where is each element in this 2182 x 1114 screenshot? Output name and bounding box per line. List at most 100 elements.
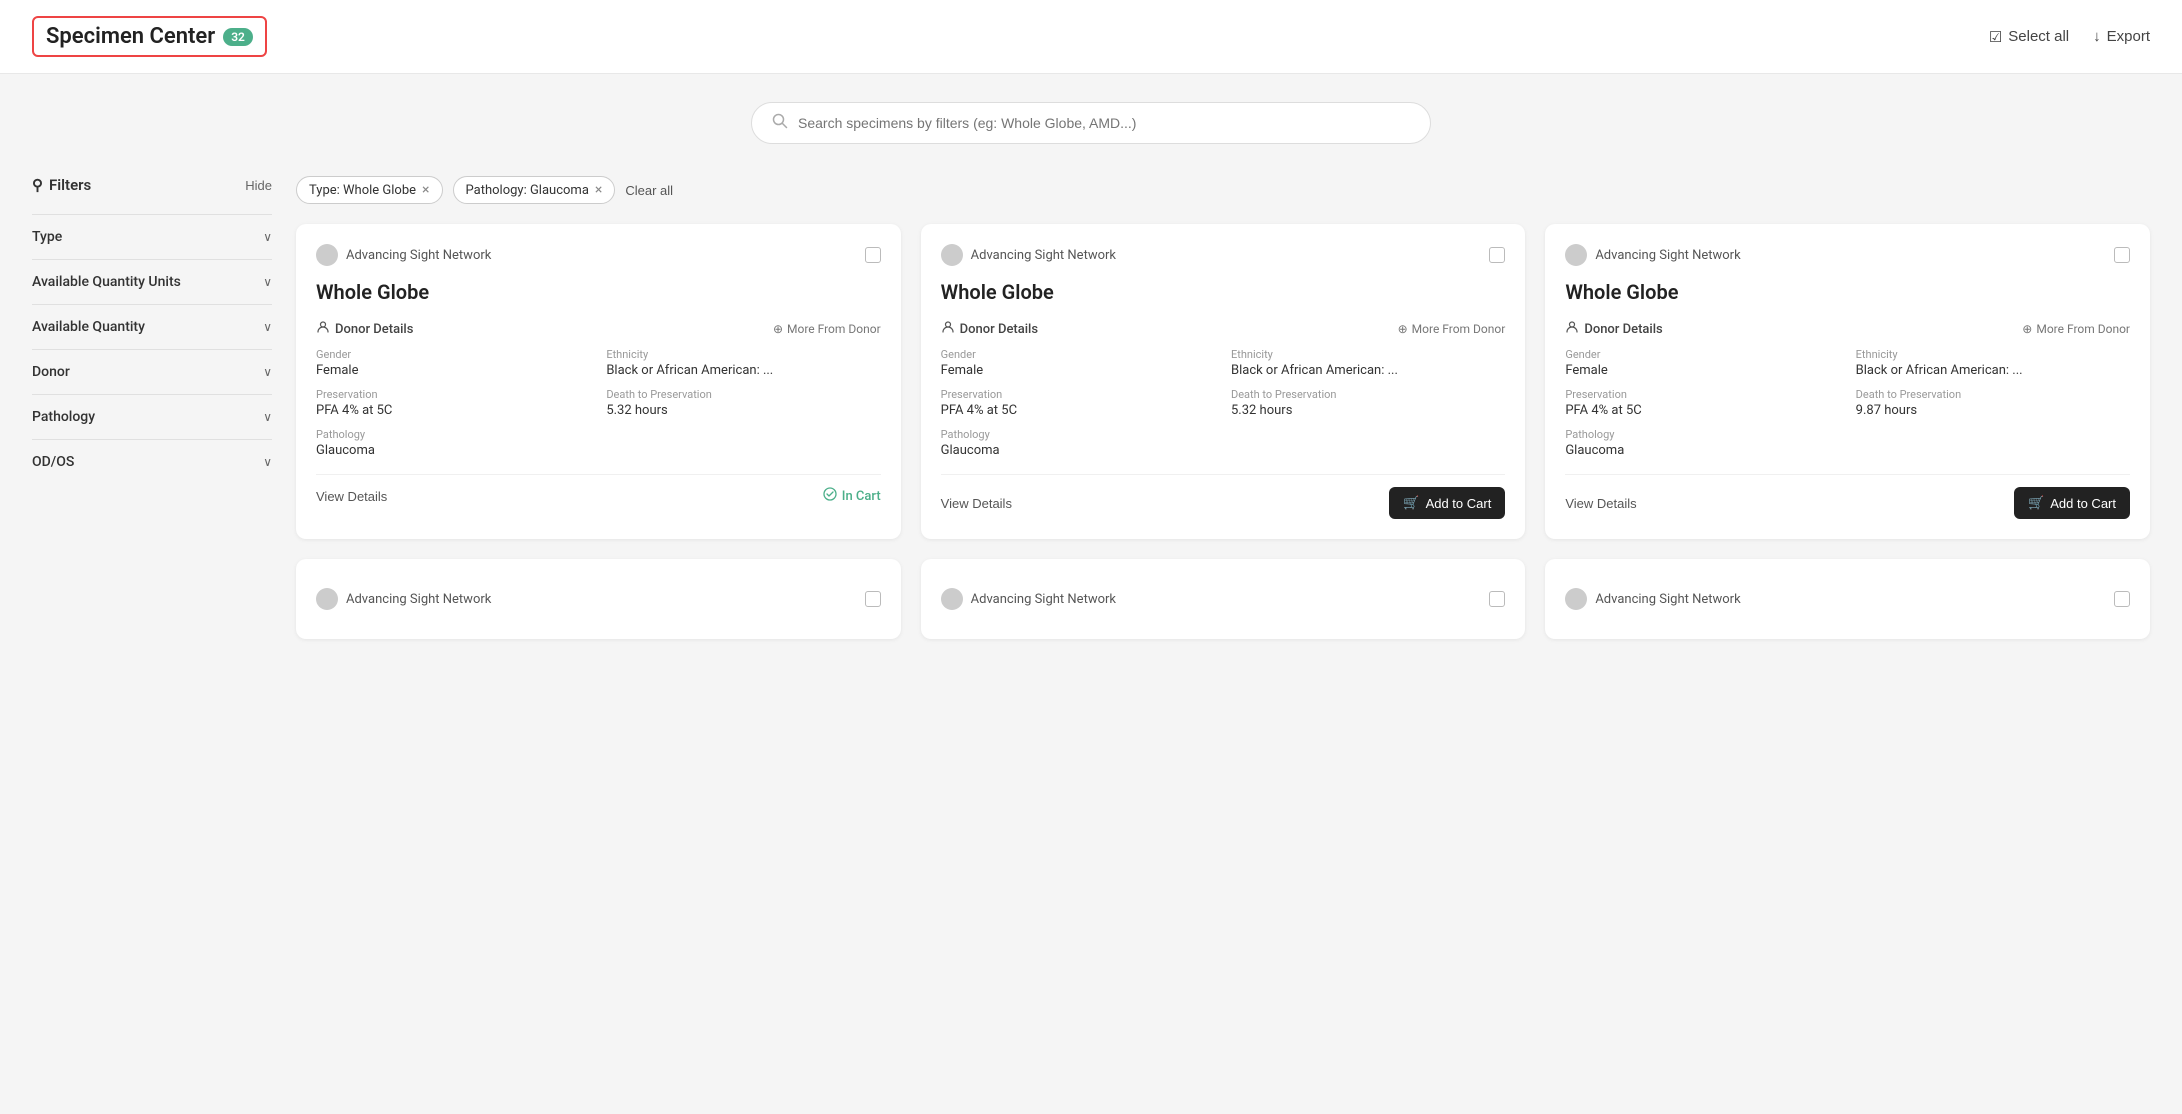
card-1-ethnicity-label: Ethnicity	[606, 348, 880, 361]
card-5-checkbox[interactable]	[1489, 591, 1505, 607]
sidebar: ⚲ Filters Hide Type ∨ Available Quantity…	[32, 160, 272, 639]
card-2-donor-details-label: Donor Details	[941, 320, 1038, 338]
export-button[interactable]: ↓ Export	[2093, 28, 2150, 45]
hide-filters-button[interactable]: Hide	[245, 178, 272, 193]
export-label: Export	[2107, 28, 2150, 45]
search-input[interactable]	[798, 115, 1410, 131]
card-3-ethnicity-value: Black or African American: ...	[1856, 363, 2130, 378]
card-2-more-from-donor[interactable]: ⊕ More From Donor	[1398, 322, 1506, 336]
sidebar-item-odos[interactable]: OD/OS ∨	[32, 439, 272, 484]
card-1-title: Whole Globe	[316, 280, 881, 304]
card-3-gender-value: Female	[1565, 363, 1839, 378]
specimen-card-2: Advancing Sight Network Whole Globe	[921, 224, 1526, 539]
main-layout: ⚲ Filters Hide Type ∨ Available Quantity…	[0, 160, 2182, 671]
select-all-label: Select all	[2008, 28, 2069, 45]
card-3-add-to-cart-button[interactable]: 🛒 Add to Cart	[2014, 487, 2130, 519]
card-3-network-name: Advancing Sight Network	[1595, 248, 1740, 263]
card-6-network-name: Advancing Sight Network	[1595, 592, 1740, 607]
card-3-donor-header: Donor Details ⊕ More From Donor	[1565, 320, 2130, 338]
card-2-death-to-pres-value: 5.32 hours	[1231, 403, 1505, 418]
card-1-death-to-pres-value: 5.32 hours	[606, 403, 880, 418]
card-3-ethnicity-label: Ethnicity	[1856, 348, 2130, 361]
card-3-preservation: Preservation PFA 4% at 5C	[1565, 388, 1839, 418]
card-2-death-to-pres: Death to Preservation 5.32 hours	[1231, 388, 1505, 418]
card-1-preservation-label: Preservation	[316, 388, 590, 401]
filter-tag-pathology-label: Pathology: Glaucoma	[466, 183, 589, 198]
card-1-checkbox[interactable]	[865, 247, 881, 263]
card-1-pathology: Pathology Glaucoma	[316, 428, 881, 458]
card-1-footer: View Details In Cart	[316, 474, 881, 505]
card-3-donor-icon	[1565, 320, 1579, 338]
sidebar-odos-label: OD/OS	[32, 454, 74, 470]
card-3-checkbox[interactable]	[2114, 247, 2130, 263]
card-1-preservation: Preservation PFA 4% at 5C	[316, 388, 590, 418]
filter-tag-pathology-remove[interactable]: ×	[595, 182, 602, 198]
card-1-network-info: Advancing Sight Network	[316, 244, 491, 266]
qty-units-chevron-icon: ∨	[263, 275, 272, 289]
card-2-fields: Gender Female Ethnicity Black or African…	[941, 348, 1506, 418]
search-icon	[772, 113, 788, 133]
specimen-card-4-partial: Advancing Sight Network	[296, 559, 901, 639]
card-1-more-from-donor[interactable]: ⊕ More From Donor	[773, 322, 881, 336]
card-2-preservation: Preservation PFA 4% at 5C	[941, 388, 1215, 418]
sidebar-item-type[interactable]: Type ∨	[32, 214, 272, 259]
card-2-footer: View Details 🛒 Add to Cart	[941, 474, 1506, 519]
card-1-death-to-pres-label: Death to Preservation	[606, 388, 880, 401]
card-3-preservation-value: PFA 4% at 5C	[1565, 403, 1839, 418]
clear-all-button[interactable]: Clear all	[625, 183, 673, 198]
card-3-donor-section: Donor Details ⊕ More From Donor Gender F…	[1565, 320, 2130, 458]
card-1-fields: Gender Female Ethnicity Black or African…	[316, 348, 881, 418]
card-2-ethnicity-label: Ethnicity	[1231, 348, 1505, 361]
card-3-death-to-pres-label: Death to Preservation	[1856, 388, 2130, 401]
card-2-death-to-pres-label: Death to Preservation	[1231, 388, 1505, 401]
card-2-gender: Gender Female	[941, 348, 1215, 378]
card-4-network-name: Advancing Sight Network	[346, 592, 491, 607]
sidebar-donor-label: Donor	[32, 364, 70, 380]
card-2-donor-icon	[941, 320, 955, 338]
filter-title: ⚲ Filters	[32, 176, 91, 194]
sidebar-qty-label: Available Quantity	[32, 319, 145, 335]
card-5-network-name: Advancing Sight Network	[971, 592, 1116, 607]
card-3-pathology-value: Glaucoma	[1565, 443, 2130, 458]
card-2-add-to-cart-button[interactable]: 🛒 Add to Cart	[1389, 487, 1505, 519]
card-3-more-text: More From Donor	[2036, 322, 2130, 336]
card-2-checkbox[interactable]	[1489, 247, 1505, 263]
filter-tag-type-remove[interactable]: ×	[422, 182, 429, 198]
card-1-donor-details-label: Donor Details	[316, 320, 413, 338]
card-2-view-details-button[interactable]: View Details	[941, 496, 1012, 511]
card-3-cart-icon: 🛒	[2028, 495, 2044, 511]
export-icon: ↓	[2093, 28, 2101, 45]
sidebar-item-pathology[interactable]: Pathology ∨	[32, 394, 272, 439]
sidebar-item-available-quantity[interactable]: Available Quantity ∨	[32, 304, 272, 349]
card-1-in-cart-text: In Cart	[842, 489, 881, 504]
filter-tag-type[interactable]: Type: Whole Globe ×	[296, 176, 443, 204]
card-2-more-icon: ⊕	[1398, 322, 1408, 336]
card-1-ethnicity-value: Black or African American: ...	[606, 363, 880, 378]
card-3-ethnicity: Ethnicity Black or African American: ...	[1856, 348, 2130, 378]
card-3-gender-label: Gender	[1565, 348, 1839, 361]
filter-tag-pathology[interactable]: Pathology: Glaucoma ×	[453, 176, 616, 204]
card-1-view-details-button[interactable]: View Details	[316, 489, 387, 504]
odos-chevron-icon: ∨	[263, 455, 272, 469]
card-2-donor-text: Donor Details	[960, 322, 1038, 337]
card-2-title: Whole Globe	[941, 280, 1506, 304]
card-1-donor-text: Donor Details	[335, 322, 413, 337]
card-6-checkbox[interactable]	[2114, 591, 2130, 607]
card-2-network-name: Advancing Sight Network	[971, 248, 1116, 263]
card-4-network-circle	[316, 588, 338, 610]
content-area: Type: Whole Globe × Pathology: Glaucoma …	[296, 160, 2150, 639]
specimen-card-3: Advancing Sight Network Whole Globe	[1545, 224, 2150, 539]
type-chevron-icon: ∨	[263, 230, 272, 244]
card-3-more-from-donor[interactable]: ⊕ More From Donor	[2022, 322, 2130, 336]
card-3-death-to-pres-value: 9.87 hours	[1856, 403, 2130, 418]
sidebar-item-donor[interactable]: Donor ∨	[32, 349, 272, 394]
card-2-add-to-cart-label: Add to Cart	[1426, 496, 1492, 511]
select-all-button[interactable]: ☑ Select all	[1989, 28, 2069, 46]
card-3-view-details-button[interactable]: View Details	[1565, 496, 1636, 511]
card-4-checkbox[interactable]	[865, 591, 881, 607]
card-2-network-circle	[941, 244, 963, 266]
sidebar-item-available-quantity-units[interactable]: Available Quantity Units ∨	[32, 259, 272, 304]
card-6-network-info: Advancing Sight Network	[1565, 588, 1740, 610]
card-1-preservation-value: PFA 4% at 5C	[316, 403, 590, 418]
card-3-title: Whole Globe	[1565, 280, 2130, 304]
